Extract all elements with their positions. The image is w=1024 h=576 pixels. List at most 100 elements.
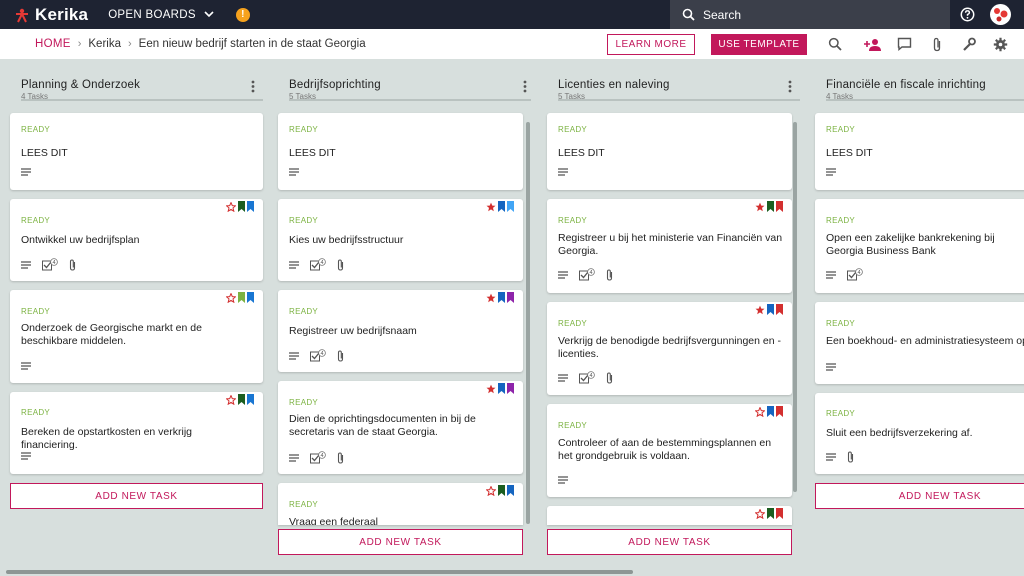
- breadcrumb-item-account[interactable]: Kerika: [88, 38, 121, 50]
- description-icon: [826, 168, 836, 176]
- task-status: READY: [289, 216, 319, 225]
- task-title: Kies uw bedrijfsstructuur: [289, 234, 404, 246]
- star-icon[interactable]: [226, 201, 236, 212]
- alert-badge-label: !: [241, 9, 245, 20]
- task-card[interactable]: READY Onderzoek de Georgische markt en d…: [10, 290, 263, 383]
- task-card[interactable]: [547, 506, 792, 525]
- tag-icon: [507, 383, 514, 394]
- column-scrollbar[interactable]: [526, 122, 530, 524]
- task-card[interactable]: READY LEES DIT: [547, 113, 792, 190]
- open-boards-menu[interactable]: OPEN BOARDS: [108, 9, 214, 21]
- task-card[interactable]: READY Ontwikkel uw bedrijfsplan 4: [10, 199, 263, 281]
- task-card[interactable]: READY LEES DIT: [10, 113, 263, 190]
- task-card[interactable]: READY Kies uw bedrijfsstructuur 4: [278, 199, 523, 281]
- task-title: Sluit een bedrijfsverzekering af.: [826, 427, 973, 439]
- star-filled-icon[interactable]: [755, 202, 765, 212]
- checklist-count: 4: [320, 260, 323, 266]
- checklist-count: 4: [857, 270, 860, 276]
- star-icon[interactable]: [486, 485, 496, 496]
- star-icon[interactable]: [755, 406, 765, 417]
- checklist-count: 4: [320, 351, 323, 357]
- task-card[interactable]: READY Sluit een bedrijfsverzekering af.: [815, 393, 1024, 474]
- tag-icon: [776, 201, 783, 212]
- task-status: READY: [558, 319, 588, 328]
- paperclip-icon: [69, 258, 76, 271]
- column-title[interactable]: Financiële en fiscale inrichting: [826, 79, 1024, 91]
- add-new-task-button[interactable]: ADD NEW TASK: [547, 529, 792, 555]
- tag-icon: [498, 383, 505, 394]
- column-task-count: 4 Tasks: [21, 92, 48, 101]
- chat-icon[interactable]: [897, 37, 912, 51]
- column-task-count: 5 Tasks: [289, 92, 316, 101]
- column-task-count: 4 Tasks: [826, 92, 853, 101]
- description-icon: [21, 260, 31, 269]
- star-icon[interactable]: [226, 394, 236, 405]
- task-status: READY: [21, 125, 51, 134]
- column-menu-icon[interactable]: [251, 80, 255, 93]
- task-status: READY: [289, 398, 319, 407]
- star-filled-icon[interactable]: [486, 293, 496, 303]
- task-card[interactable]: READY Vraag een federaal: [278, 483, 523, 525]
- alert-badge[interactable]: !: [235, 7, 250, 22]
- checklist-count: 4: [320, 453, 323, 459]
- add-new-task-button[interactable]: ADD NEW TASK: [278, 529, 523, 555]
- tools-icon[interactable]: [962, 37, 976, 52]
- tag-icon: [776, 406, 783, 417]
- task-status: READY: [289, 125, 319, 134]
- user-avatar[interactable]: [990, 4, 1011, 25]
- learn-more-button[interactable]: LEARN MORE: [607, 34, 695, 55]
- board-horizontal-scrollbar[interactable]: [6, 570, 633, 574]
- star-icon[interactable]: [755, 508, 765, 519]
- attachment-icon[interactable]: [932, 37, 942, 52]
- checklist-icon: 4: [579, 371, 595, 384]
- task-card[interactable]: READY Registreer u bij het ministerie va…: [547, 199, 792, 293]
- kerika-logo[interactable]: Kerika: [14, 5, 88, 25]
- description-icon: [21, 168, 31, 176]
- star-filled-icon[interactable]: [755, 305, 765, 315]
- paperclip-icon: [847, 451, 854, 463]
- task-title: Registreer uw bedrijfsnaam: [289, 325, 417, 337]
- star-icon[interactable]: [226, 292, 236, 303]
- column-menu-icon[interactable]: [523, 80, 527, 93]
- task-card[interactable]: READY LEES DIT: [278, 113, 523, 190]
- settings-gear-icon[interactable]: [993, 37, 1008, 52]
- task-card[interactable]: READY LEES DIT: [815, 113, 1024, 190]
- paperclip-icon: [606, 371, 613, 384]
- avatar-image: [994, 8, 1008, 22]
- description-icon: [826, 363, 836, 371]
- use-template-button[interactable]: USE TEMPLATE: [711, 34, 807, 55]
- app-name: Kerika: [35, 4, 89, 24]
- checklist-icon: 4: [310, 349, 326, 362]
- add-new-task-button[interactable]: ADD NEW TASK: [10, 483, 263, 509]
- task-card[interactable]: READY Registreer uw bedrijfsnaam 4: [278, 290, 523, 372]
- description-icon: [21, 452, 31, 460]
- task-title: Vraag een federaal: [289, 516, 378, 525]
- checklist-icon: 4: [42, 258, 58, 271]
- description-icon: [826, 453, 836, 461]
- column-title[interactable]: Planning & Onderzoek: [21, 79, 263, 91]
- star-filled-icon[interactable]: [486, 202, 496, 212]
- column-title[interactable]: Bedrijfsoprichting: [289, 79, 531, 91]
- board-search-icon[interactable]: [828, 37, 842, 51]
- star-filled-icon[interactable]: [486, 384, 496, 394]
- tag-icon: [767, 508, 774, 519]
- task-card[interactable]: READY Open een zakelijke bankrekening bi…: [815, 199, 1024, 293]
- search-box[interactable]: Search: [670, 0, 950, 29]
- help-icon[interactable]: [960, 7, 975, 22]
- add-person-icon[interactable]: [864, 38, 881, 51]
- tag-icon: [767, 406, 774, 417]
- task-card[interactable]: READY Dien de oprichtingsdocumenten in b…: [278, 381, 523, 474]
- task-card[interactable]: READY Controleer of aan de bestemmingspl…: [547, 404, 792, 497]
- column-scrollbar[interactable]: [793, 122, 797, 492]
- search-placeholder: Search: [703, 7, 742, 22]
- add-new-task-button[interactable]: ADD NEW TASK: [815, 483, 1024, 509]
- column-menu-icon[interactable]: [788, 80, 792, 93]
- paperclip-icon: [606, 268, 613, 281]
- breadcrumb-home[interactable]: HOME: [35, 38, 71, 50]
- task-card[interactable]: READY Verkrijg de benodigde bedrijfsverg…: [547, 302, 792, 395]
- tag-icon: [247, 201, 254, 212]
- column-title[interactable]: Licenties en naleving: [558, 79, 800, 91]
- column-header: Bedrijfsoprichting 5 Tasks: [289, 79, 531, 101]
- task-card[interactable]: READY Een boekhoud- en administratiesyst…: [815, 302, 1024, 384]
- task-card[interactable]: READY Bereken de opstartkosten en verkri…: [10, 392, 263, 474]
